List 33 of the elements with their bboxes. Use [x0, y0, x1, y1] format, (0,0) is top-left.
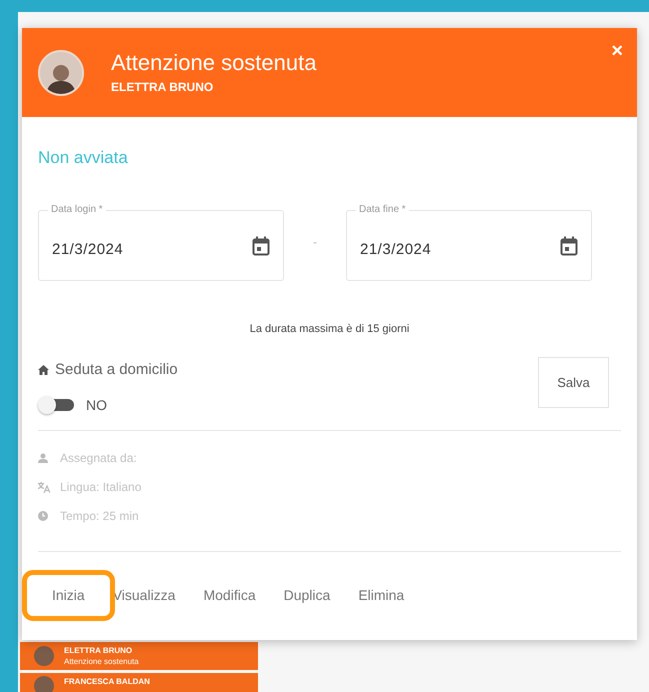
- avatar-circle: [34, 646, 54, 666]
- field-value: 21/3/2024: [360, 241, 432, 258]
- toggle-state: NO: [86, 397, 107, 413]
- close-button[interactable]: ×: [611, 40, 623, 63]
- dialog-title: Attenzione sostenuta: [111, 50, 316, 76]
- patient-name: ELETTRA BRUNO: [111, 80, 214, 94]
- action-button[interactable]: Inizia: [38, 580, 99, 610]
- event-name: FRANCESCA BALDAN: [64, 676, 150, 687]
- field-label: Data login *: [48, 203, 106, 216]
- field-value: 21/3/2024: [52, 241, 124, 258]
- info-text: Tempo: 25 min: [60, 509, 139, 523]
- event-name: ELETTRA BRUNO: [64, 645, 134, 656]
- section-label: Seduta a domicilio: [55, 361, 178, 378]
- save-button[interactable]: Salva: [538, 357, 609, 408]
- clock-icon: [38, 511, 50, 521]
- calendar-icon[interactable]: [252, 236, 270, 256]
- action-button[interactable]: Duplica: [270, 580, 344, 610]
- info-text: Lingua: Italiano: [60, 480, 142, 494]
- home-icon: [38, 364, 49, 374]
- action-button[interactable]: Elimina: [344, 580, 418, 610]
- translate-icon: [38, 482, 50, 492]
- person-icon: [38, 453, 50, 463]
- calendar-event[interactable]: FRANCESCA BALDAN: [20, 673, 258, 692]
- calendar-icon[interactable]: [560, 236, 578, 256]
- range-dash: -: [312, 235, 318, 249]
- action-button[interactable]: Visualizza: [98, 580, 190, 610]
- info-text: Assegnata da:: [60, 451, 137, 465]
- action-button[interactable]: Modifica: [189, 580, 270, 610]
- status-text: Non avviata: [38, 148, 129, 168]
- hint-text: La durata massima è di 15 giorni: [248, 323, 410, 335]
- event-activity: Attenzione sostenuta: [64, 656, 139, 667]
- avatar-circle: [34, 676, 54, 692]
- calendar-event[interactable]: ELETTRA BRUNO Attenzione sostenuta: [20, 642, 258, 670]
